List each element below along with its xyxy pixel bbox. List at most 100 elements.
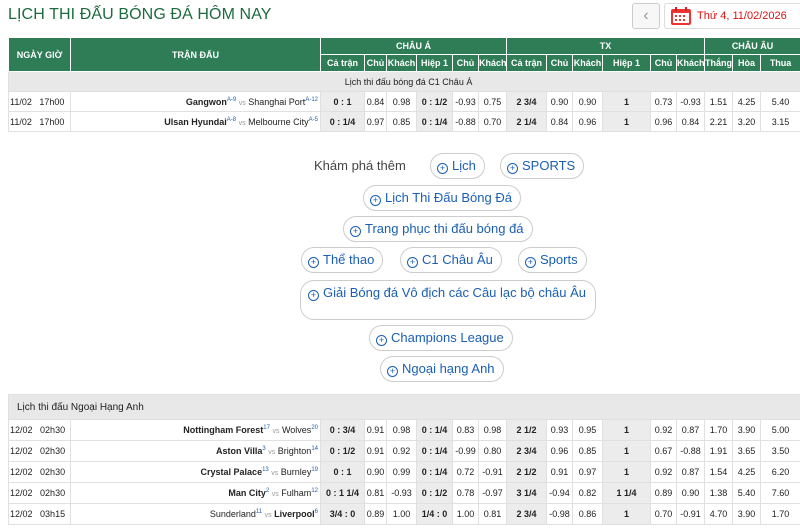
away-team[interactable]: Brighton bbox=[278, 446, 312, 456]
euro-lose[interactable]: 1.70 bbox=[759, 503, 800, 525]
handicap-h1-home[interactable]: -0.88 bbox=[452, 111, 479, 132]
euro-draw[interactable]: 3.90 bbox=[732, 503, 761, 525]
league-title-epl[interactable]: Lịch thi đấu Ngoại Hạng Anh bbox=[7, 394, 800, 420]
over[interactable]: -0.98 bbox=[546, 503, 573, 525]
over-h1[interactable]: 0.67 bbox=[650, 440, 677, 462]
handicap-h1-away[interactable]: -0.91 bbox=[478, 461, 507, 483]
match-row[interactable]: 12/02 03h15 Sunderland11 vs Liverpool6 3/4… bbox=[8, 503, 800, 525]
over-h1[interactable]: 0.73 bbox=[650, 91, 677, 112]
under[interactable]: 0.85 bbox=[572, 440, 603, 462]
under[interactable]: 0.90 bbox=[572, 91, 603, 112]
handicap-home[interactable]: 0.84 bbox=[364, 91, 387, 112]
handicap-h1-away[interactable]: 0.75 bbox=[478, 91, 507, 112]
under[interactable]: 0.82 bbox=[572, 482, 603, 504]
handicap-h1-away[interactable]: 0.70 bbox=[478, 111, 507, 132]
over-h1[interactable]: 0.92 bbox=[650, 461, 677, 483]
handicap-away[interactable]: -0.93 bbox=[386, 482, 417, 504]
handicap-home[interactable]: 0.81 bbox=[364, 482, 387, 504]
home-team[interactable]: Man City bbox=[228, 488, 266, 498]
match-teams[interactable]: Ulsan HyundaiA-8 vs Melbourne CityA-5 bbox=[70, 111, 321, 132]
euro-draw[interactable]: 4.25 bbox=[732, 91, 762, 112]
under-h1[interactable]: 0.87 bbox=[676, 461, 705, 483]
home-team[interactable]: Gangwon bbox=[186, 97, 227, 107]
over[interactable]: -0.94 bbox=[546, 482, 573, 504]
chip-ngoai-hang-anh[interactable]: + Ngoại hạng Anh bbox=[380, 356, 504, 382]
chip-sports-upper[interactable]: + SPORTS bbox=[500, 153, 585, 179]
under-h1[interactable]: 0.87 bbox=[676, 419, 705, 441]
euro-win[interactable]: 2.21 bbox=[704, 111, 734, 132]
handicap-h1-away[interactable]: -0.97 bbox=[478, 482, 507, 504]
euro-lose[interactable]: 3.50 bbox=[759, 440, 800, 462]
euro-lose[interactable]: 3.15 bbox=[760, 111, 800, 132]
away-team[interactable]: Fulham bbox=[281, 488, 311, 498]
over[interactable]: 0.84 bbox=[546, 111, 573, 132]
under[interactable]: 0.86 bbox=[572, 503, 603, 525]
away-team[interactable]: Shanghai Port bbox=[248, 97, 305, 107]
under[interactable]: 0.97 bbox=[572, 461, 603, 483]
euro-win[interactable]: 1.54 bbox=[704, 461, 733, 483]
chip-the-thao[interactable]: + Thể thao bbox=[301, 247, 384, 273]
handicap-h1-home[interactable]: 0.83 bbox=[452, 419, 479, 441]
handicap-away[interactable]: 0.92 bbox=[386, 440, 417, 462]
away-team[interactable]: Wolves bbox=[282, 425, 311, 435]
euro-win[interactable]: 1.91 bbox=[704, 440, 733, 462]
away-team[interactable]: Melbourne City bbox=[248, 117, 309, 127]
over-h1[interactable]: 0.70 bbox=[650, 503, 677, 525]
chip-uefa-cl-full[interactable]: + Giải Bóng đá Vô địch các Câu lạc bộ châ… bbox=[300, 280, 596, 320]
handicap-h1-home[interactable]: 1.00 bbox=[452, 503, 479, 525]
euro-draw[interactable]: 4.25 bbox=[732, 461, 761, 483]
handicap-away[interactable]: 1.00 bbox=[386, 503, 417, 525]
over[interactable]: 0.91 bbox=[546, 461, 573, 483]
chip-sports[interactable]: + Sports bbox=[518, 247, 587, 273]
euro-draw[interactable]: 3.20 bbox=[732, 111, 762, 132]
handicap-home[interactable]: 0.91 bbox=[364, 419, 387, 441]
league-title-c1-asia[interactable]: Lịch thi đấu bóng đá C1 Châu Á bbox=[7, 71, 800, 92]
euro-lose[interactable]: 6.20 bbox=[759, 461, 800, 483]
over[interactable]: 0.90 bbox=[546, 91, 573, 112]
handicap-home[interactable]: 0.97 bbox=[364, 111, 387, 132]
under-h1[interactable]: 0.90 bbox=[676, 482, 705, 504]
handicap-h1-away[interactable]: 0.98 bbox=[478, 419, 507, 441]
under[interactable]: 0.96 bbox=[572, 111, 603, 132]
under-h1[interactable]: 0.84 bbox=[675, 111, 706, 132]
match-teams[interactable]: Man City2 vs Fulham12 bbox=[70, 482, 321, 504]
match-teams[interactable]: GangwonA-9 vs Shanghai PortA-12 bbox=[70, 91, 321, 112]
home-team[interactable]: Sunderland bbox=[210, 509, 256, 519]
chip-c1-chau-au[interactable]: + C1 Châu Âu bbox=[400, 247, 502, 273]
euro-draw[interactable]: 3.90 bbox=[732, 419, 761, 441]
chip-champions-league[interactable]: + Champions League bbox=[369, 325, 513, 351]
under-h1[interactable]: -0.88 bbox=[676, 440, 705, 462]
match-teams[interactable]: Crystal Palace13 vs Burnley19 bbox=[70, 461, 321, 483]
match-row[interactable]: 12/02 02h30 Man City2 vs Fulham12 0 : 1 1/… bbox=[8, 482, 800, 504]
match-row[interactable]: 11/02 17h00 GangwonA-9 vs Shanghai PortA-… bbox=[8, 91, 800, 112]
under-h1[interactable]: -0.93 bbox=[675, 91, 706, 112]
handicap-h1-home[interactable]: 0.72 bbox=[452, 461, 479, 483]
euro-draw[interactable]: 5.40 bbox=[732, 482, 761, 504]
euro-win[interactable]: 1.38 bbox=[704, 482, 733, 504]
handicap-h1-home[interactable]: -0.93 bbox=[452, 91, 479, 112]
handicap-h1-home[interactable]: -0.99 bbox=[452, 440, 479, 462]
handicap-home[interactable]: 0.91 bbox=[364, 440, 387, 462]
euro-lose[interactable]: 7.60 bbox=[759, 482, 800, 504]
handicap-away[interactable]: 0.98 bbox=[386, 91, 417, 112]
handicap-h1-home[interactable]: 0.78 bbox=[452, 482, 479, 504]
match-row[interactable]: 12/02 02h30 Aston Villa3 vs Brighton14 0 :… bbox=[8, 440, 800, 462]
match-teams[interactable]: Nottingham Forest17 vs Wolves20 bbox=[70, 419, 321, 441]
away-team[interactable]: Burnley bbox=[281, 467, 312, 477]
handicap-home[interactable]: 0.89 bbox=[364, 503, 387, 525]
handicap-away[interactable]: 0.99 bbox=[386, 461, 417, 483]
over-h1[interactable]: 0.96 bbox=[650, 111, 677, 132]
handicap-h1-away[interactable]: 0.80 bbox=[478, 440, 507, 462]
handicap-h1-away[interactable]: 0.81 bbox=[478, 503, 507, 525]
euro-win[interactable]: 1.51 bbox=[704, 91, 734, 112]
home-team[interactable]: Nottingham Forest bbox=[183, 425, 263, 435]
handicap-home[interactable]: 0.90 bbox=[364, 461, 387, 483]
euro-lose[interactable]: 5.40 bbox=[760, 91, 800, 112]
away-team[interactable]: Liverpool bbox=[274, 509, 315, 519]
euro-win[interactable]: 4.70 bbox=[704, 503, 733, 525]
handicap-away[interactable]: 0.98 bbox=[386, 419, 417, 441]
match-row[interactable]: 11/02 17h00 Ulsan HyundaiA-8 vs Melbourne… bbox=[8, 111, 800, 132]
home-team[interactable]: Aston Villa bbox=[216, 446, 262, 456]
match-row[interactable]: 12/02 02h30 Nottingham Forest17 vs Wolves… bbox=[8, 419, 800, 441]
home-team[interactable]: Ulsan Hyundai bbox=[164, 117, 227, 127]
